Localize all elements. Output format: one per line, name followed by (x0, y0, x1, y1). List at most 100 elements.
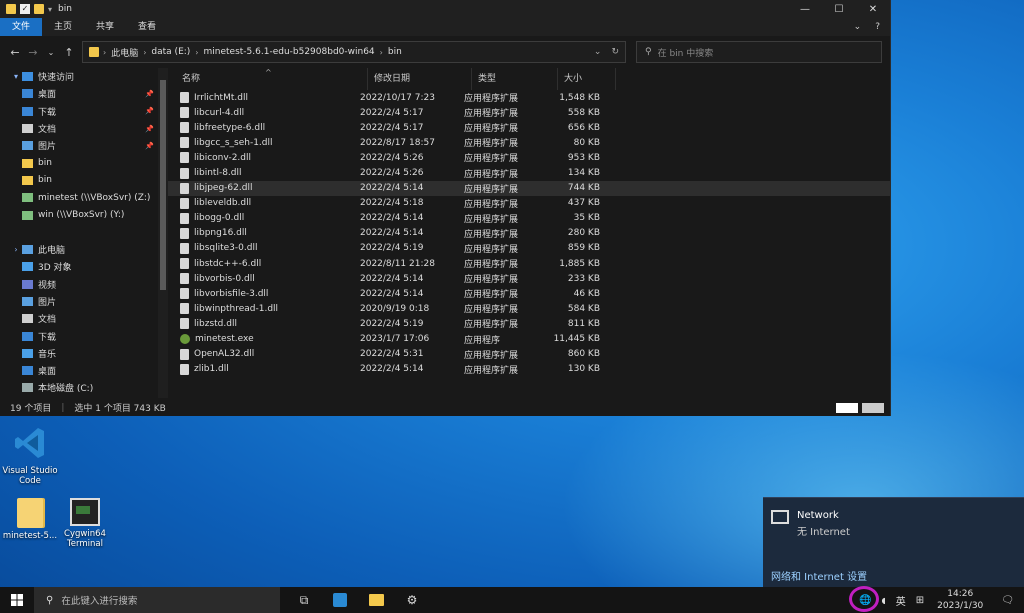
nav-item-label: bin (38, 158, 52, 169)
large-icons-view-icon[interactable] (862, 402, 884, 413)
taskbar-search[interactable]: ⚲ 在此键入进行搜索 (34, 587, 280, 613)
scrollbar-thumb[interactable] (160, 80, 166, 290)
vscode-icon (15, 428, 44, 458)
nav-item[interactable]: 文档 (0, 310, 158, 327)
task-view-icon[interactable]: ⧉ (286, 587, 322, 613)
network-entry[interactable]: Network 无 Internet (763, 498, 1024, 538)
nav-item[interactable]: 图片 (0, 293, 158, 310)
recent-chevron-icon[interactable]: ⌄ (42, 48, 60, 57)
search-box[interactable]: ⚲ 在 bin 中搜索 (636, 41, 882, 63)
breadcrumb-minetest-folder[interactable]: minetest-5.6.1-edu-b52908bd0-win64 (199, 47, 380, 57)
ethernet-monitor-icon (771, 510, 789, 524)
nav-item-label: 此电脑 (38, 246, 66, 257)
file-row[interactable]: libpng16.dll 2022/2/4 5:14 应用程序扩展 280 KB (168, 226, 890, 241)
folder-icon (6, 4, 16, 14)
desktop-icon-cygwin[interactable]: Cygwin64 Terminal (55, 498, 115, 549)
start-button[interactable] (0, 587, 34, 613)
up-arrow-icon[interactable]: ↑ (60, 46, 78, 59)
tab-home[interactable]: 主页 (42, 18, 84, 36)
breadcrumb-data-drive[interactable]: data (E:) (146, 47, 195, 57)
address-bar[interactable]: › 此电脑 › data (E:) › minetest-5.6.1-edu-b… (82, 41, 626, 63)
file-row[interactable]: libjpeg-62.dll 2022/2/4 5:14 应用程序扩展 744 KB (168, 180, 890, 196)
new-folder-icon[interactable] (34, 4, 44, 14)
nav-item[interactable]: 桌面 (0, 362, 158, 379)
nav-item[interactable]: 音乐 (0, 345, 158, 362)
desktop-icon-vscode[interactable]: Visual Studio Code (0, 426, 60, 486)
breadcrumb-bin[interactable]: bin (383, 47, 407, 57)
help-icon[interactable]: ? (875, 22, 880, 32)
nav-item[interactable]: 文档 📌 (0, 120, 158, 137)
file-row[interactable]: libfreetype-6.dll 2022/2/4 5:17 应用程序扩展 656 … (168, 120, 890, 135)
address-dropdown-icon[interactable]: ⌄ (594, 47, 602, 57)
nav-item[interactable]: bin (0, 172, 158, 189)
file-row[interactable]: minetest.exe 2023/1/7 17:06 应用程序 11,445 KB (168, 332, 890, 347)
file-row[interactable]: libogg-0.dll 2022/2/4 5:14 应用程序扩展 35 KB (168, 211, 890, 226)
refresh-icon[interactable]: ↻ (611, 47, 619, 57)
tab-share[interactable]: 共享 (84, 18, 126, 36)
file-row[interactable]: libleveldb.dll 2022/2/4 5:18 应用程序扩展 437 KB (168, 196, 890, 211)
breadcrumb-separator-icon: › (103, 47, 107, 57)
file-row[interactable]: libsqlite3-0.dll 2022/2/4 5:19 应用程序扩展 859 K… (168, 241, 890, 256)
chevron-down-icon[interactable]: ▾ (48, 5, 52, 14)
nav-item[interactable]: 3D 对象 (0, 258, 158, 275)
navpane-scrollbar[interactable] (158, 68, 168, 398)
file-row[interactable]: libstdc++-6.dll 2022/8/11 21:28 应用程序扩展 1,88… (168, 256, 890, 271)
file-row[interactable]: libiconv-2.dll 2022/2/4 5:26 应用程序扩展 953 KB (168, 150, 890, 165)
tab-view[interactable]: 查看 (126, 18, 168, 36)
nav-item[interactable]: 下载 📌 (0, 103, 158, 120)
file-row[interactable]: zlib1.dll 2022/2/4 5:14 应用程序扩展 130 KB (168, 362, 890, 377)
nav-item[interactable]: 图片 📌 (0, 137, 158, 154)
file-row[interactable]: OpenAL32.dll 2022/2/4 5:31 应用程序扩展 860 KB (168, 347, 890, 362)
nav-item[interactable]: bin (0, 154, 158, 171)
forward-arrow-icon[interactable]: → (24, 46, 42, 59)
file-explorer-taskbar-icon[interactable] (358, 587, 394, 613)
tab-file[interactable]: 文件 (0, 18, 43, 36)
details-view-icon[interactable] (836, 402, 858, 413)
nav-item[interactable]: ▾ 快速访问 (0, 68, 158, 85)
close-button[interactable]: ✕ (856, 0, 890, 18)
nav-item[interactable]: 桌面 📌 (0, 85, 158, 102)
file-row[interactable]: libzstd.dll 2022/2/4 5:19 应用程序扩展 811 KB (168, 316, 890, 331)
file-row[interactable]: libcurl-4.dll 2022/2/4 5:17 应用程序扩展 558 KB (168, 105, 890, 120)
nav-item[interactable]: 视频 (0, 276, 158, 293)
maximize-button[interactable]: ☐ (822, 0, 856, 18)
file-row[interactable]: IrrlichtMt.dll 2022/10/17 7:23 应用程序扩展 1,548… (168, 90, 890, 105)
nav-item[interactable]: win (\\VBoxSvr) (Y:) (0, 206, 158, 223)
file-size: 1,885 KB (559, 258, 600, 269)
header-date[interactable]: 修改日期 (368, 68, 472, 90)
file-row[interactable]: libvorbis-0.dll 2022/2/4 5:14 应用程序扩展 233 KB (168, 271, 890, 286)
nav-item[interactable]: minetest (\\VBoxSvr) (Z:) (0, 189, 158, 206)
header-size[interactable]: 大小 (558, 68, 616, 90)
file-name-cell: zlib1.dll (168, 363, 354, 375)
picture-icon (22, 297, 33, 306)
ime-language[interactable]: 英 (891, 593, 911, 608)
file-row[interactable]: libvorbisfile-3.dll 2022/2/4 5:14 应用程序扩展 46… (168, 286, 890, 301)
minimize-button[interactable]: — (788, 0, 822, 18)
header-type[interactable]: 类型 (472, 68, 558, 90)
chevron-icon[interactable]: › (10, 245, 22, 254)
notification-center-icon[interactable]: 🗨 (991, 595, 1024, 606)
nav-item[interactable]: › 此电脑 (0, 241, 158, 258)
header-name[interactable]: 名称 (176, 68, 368, 90)
settings-gear-icon[interactable]: ⚙ (394, 587, 430, 613)
nav-item[interactable]: 下载 (0, 327, 158, 344)
file-row[interactable]: libintl-8.dll 2022/2/4 5:26 应用程序扩展 134 KB (168, 165, 890, 180)
dll-file-icon (180, 152, 189, 164)
vscode-taskbar-icon[interactable] (322, 587, 358, 613)
file-name-cell: libintl-8.dll (168, 167, 354, 179)
file-type: 应用程序扩展 (464, 154, 519, 165)
file-name: libvorbis-0.dll (194, 273, 255, 284)
nav-item[interactable]: 本地磁盘 (C:) (0, 379, 158, 396)
pin-icon: 📌 (145, 89, 154, 98)
expand-ribbon-icon[interactable]: ⌄ (854, 22, 862, 32)
properties-icon[interactable]: ✓ (20, 4, 30, 14)
clock[interactable]: 14:26 2023/1/30 (929, 588, 991, 612)
file-row[interactable]: libgcc_s_seh-1.dll 2022/8/17 18:57 应用程序扩展 8… (168, 135, 890, 150)
breadcrumb-this-pc[interactable]: 此电脑 (106, 46, 143, 59)
file-row[interactable]: libwinpthread-1.dll 2020/9/19 0:18 应用程序扩展 5… (168, 301, 890, 316)
network-settings-link[interactable]: 网络和 Internet 设置 (771, 568, 867, 583)
desktop-icon-minetest-folder[interactable]: minetest-5... (0, 498, 60, 541)
ime-mode-icon[interactable]: ⊞ (911, 595, 929, 606)
chevron-icon[interactable]: ▾ (10, 72, 22, 81)
back-arrow-icon[interactable]: ← (6, 46, 24, 59)
